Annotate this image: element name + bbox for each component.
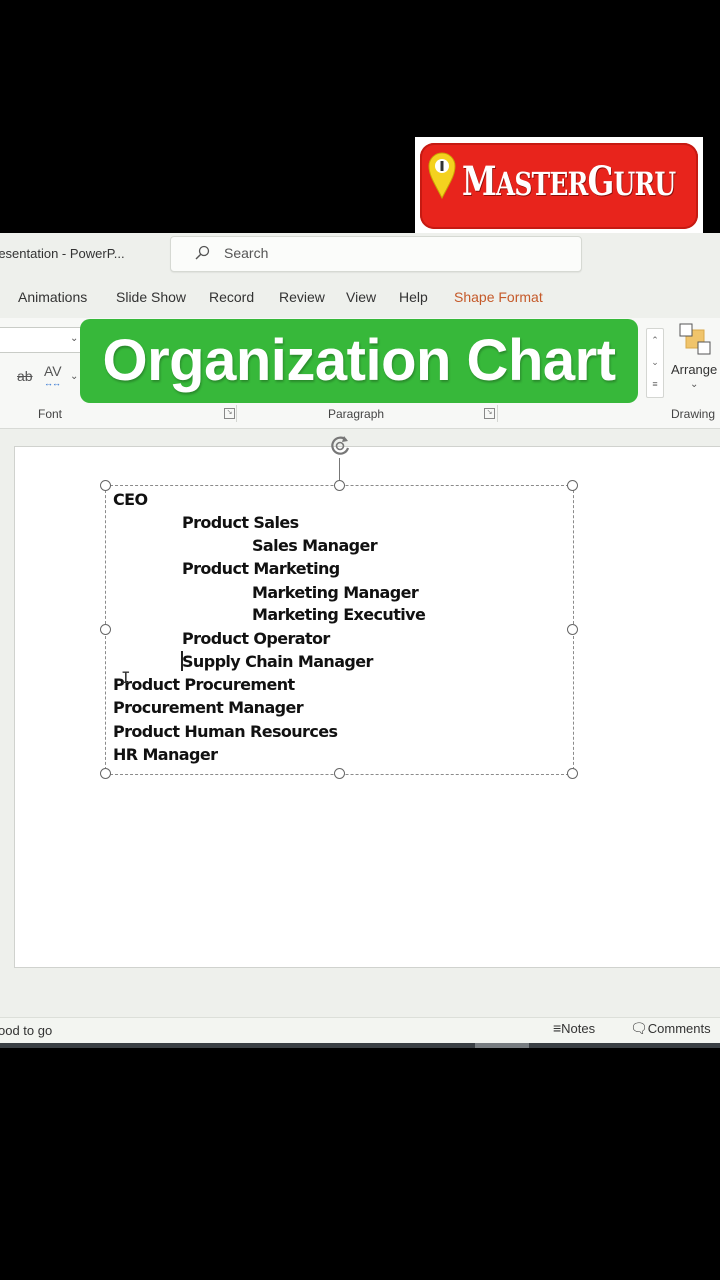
chevron-down-icon[interactable]: ⌄ bbox=[690, 379, 698, 390]
strikethrough-icon[interactable]: ab bbox=[17, 368, 33, 384]
search-icon bbox=[195, 245, 210, 260]
rotate-handle-icon[interactable] bbox=[326, 432, 354, 460]
group-label-paragraph: Paragraph bbox=[328, 407, 385, 421]
comments-label: Comments bbox=[647, 1021, 711, 1036]
resize-handle-bottom-left[interactable] bbox=[100, 768, 111, 779]
shape-gallery-scroller[interactable]: ⌃ ⌄ ≡ bbox=[646, 328, 664, 398]
tab-shape-format[interactable]: Shape Format bbox=[454, 289, 543, 305]
group-separator bbox=[236, 405, 237, 422]
status-text: ood to go bbox=[0, 1023, 53, 1038]
spacing-arrows-icon: ↔↔ bbox=[44, 378, 61, 388]
search-input[interactable]: Search bbox=[224, 245, 268, 261]
chevron-down-icon[interactable]: ⌄ bbox=[647, 351, 663, 373]
scrollbar-thumb[interactable] bbox=[475, 1043, 529, 1048]
character-spacing-icon[interactable]: AV bbox=[44, 364, 62, 378]
logo-text: MASTERGURU bbox=[462, 158, 676, 205]
resize-handle-top-left[interactable] bbox=[100, 480, 111, 491]
text-line[interactable]: Marketing Manager bbox=[252, 583, 419, 602]
resize-handle-top-right[interactable] bbox=[567, 480, 578, 491]
tab-review[interactable]: Review bbox=[279, 289, 325, 305]
taskbar-strip bbox=[0, 1043, 720, 1048]
text-line[interactable]: Procurement Manager bbox=[113, 698, 304, 717]
chevron-up-icon[interactable]: ⌃ bbox=[647, 329, 663, 351]
notes-button[interactable]: ≡Notes bbox=[553, 1020, 595, 1042]
window-title: resentation - PowerP... bbox=[0, 246, 125, 261]
text-line[interactable]: Product Sales bbox=[182, 513, 299, 532]
arrange-icon[interactable] bbox=[678, 322, 712, 356]
tab-slide-show[interactable]: Slide Show bbox=[116, 289, 186, 305]
ibeam-cursor-icon: I bbox=[121, 668, 131, 687]
text-line[interactable]: Sales Manager bbox=[252, 536, 378, 555]
comment-icon: 🗨 bbox=[630, 1020, 648, 1036]
font-dialog-launcher-icon[interactable]: ↘ bbox=[224, 408, 235, 419]
text-line[interactable]: Product Procurement bbox=[113, 675, 295, 694]
tab-animations[interactable]: Animations bbox=[18, 289, 87, 305]
notes-label: Notes bbox=[561, 1021, 596, 1036]
text-line[interactable]: Product Operator bbox=[182, 629, 330, 648]
notes-icon: ≡ bbox=[553, 1020, 562, 1036]
tab-view[interactable]: View bbox=[346, 289, 376, 305]
text-line[interactable]: HR Manager bbox=[113, 745, 218, 764]
more-icon[interactable]: ≡ bbox=[647, 373, 663, 395]
location-pin-icon bbox=[428, 152, 456, 200]
text-line[interactable]: CEO bbox=[113, 490, 148, 509]
resize-handle-bottom[interactable] bbox=[334, 768, 345, 779]
group-label-drawing: Drawing bbox=[671, 407, 716, 421]
tab-help[interactable]: Help bbox=[399, 289, 428, 305]
group-separator bbox=[497, 405, 498, 422]
resize-handle-right[interactable] bbox=[567, 624, 578, 635]
resize-handle-top[interactable] bbox=[334, 480, 345, 491]
text-caret bbox=[181, 651, 183, 671]
banner-title: Organization Chart bbox=[102, 328, 616, 393]
text-line[interactable]: Product Human Resources bbox=[113, 722, 338, 741]
text-line[interactable]: Marketing Executive bbox=[252, 605, 426, 624]
resize-handle-bottom-right[interactable] bbox=[567, 768, 578, 779]
tab-record[interactable]: Record bbox=[209, 289, 254, 305]
comments-button[interactable]: 🗨Comments bbox=[630, 1020, 711, 1042]
text-line[interactable]: Product Marketing bbox=[182, 559, 340, 578]
arrange-button[interactable]: Arrange bbox=[671, 362, 717, 377]
paragraph-dialog-launcher-icon[interactable]: ↘ bbox=[484, 408, 495, 419]
status-bar bbox=[0, 1017, 720, 1044]
chevron-down-icon[interactable]: ⌄ bbox=[70, 371, 78, 382]
resize-handle-left[interactable] bbox=[100, 624, 111, 635]
group-label-font: Font bbox=[38, 407, 63, 421]
text-line[interactable]: Supply Chain Manager bbox=[182, 652, 373, 671]
chevron-down-icon[interactable]: ⌄ bbox=[70, 333, 78, 344]
